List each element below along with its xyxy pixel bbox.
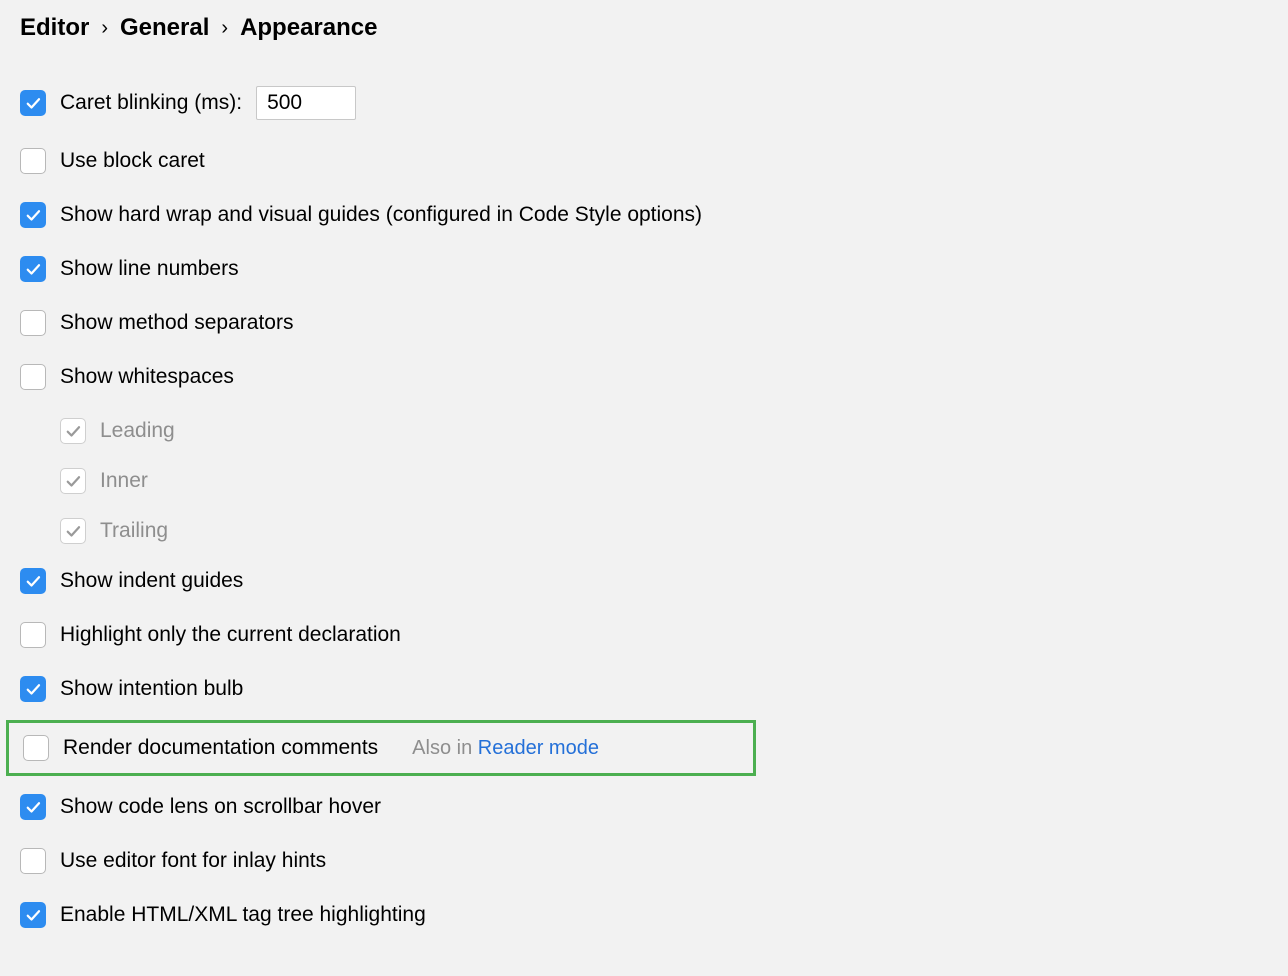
option-show-code-lens: Show code lens on scrollbar hover [20, 794, 1268, 820]
checkbox-show-indent-guides[interactable] [20, 568, 46, 594]
label-whitespace-trailing: Trailing [100, 519, 168, 543]
label-show-method-separators: Show method separators [60, 311, 293, 335]
option-highlight-current-decl: Highlight only the current declaration [20, 622, 1268, 648]
checkbox-render-doc-comments[interactable] [23, 735, 49, 761]
label-use-block-caret: Use block caret [60, 149, 205, 173]
label-show-whitespaces: Show whitespaces [60, 365, 234, 389]
breadcrumb-item[interactable]: Editor [20, 14, 89, 42]
breadcrumb-item: Appearance [240, 14, 377, 42]
note-text: Also in [412, 737, 478, 759]
option-whitespace-leading: Leading [60, 418, 1268, 444]
checkbox-show-line-numbers[interactable] [20, 256, 46, 282]
chevron-right-icon: › [101, 17, 108, 40]
option-show-hard-wrap: Show hard wrap and visual guides (config… [20, 202, 1268, 228]
checkbox-highlight-current-decl[interactable] [20, 622, 46, 648]
label-enable-html-xml-tag: Enable HTML/XML tag tree highlighting [60, 903, 426, 927]
checkbox-show-code-lens[interactable] [20, 794, 46, 820]
checkbox-enable-html-xml-tag[interactable] [20, 902, 46, 928]
option-use-editor-font-inlay: Use editor font for inlay hints [20, 848, 1268, 874]
option-whitespace-trailing: Trailing [60, 518, 1268, 544]
checkbox-use-editor-font-inlay[interactable] [20, 848, 46, 874]
label-use-editor-font-inlay: Use editor font for inlay hints [60, 849, 326, 873]
checkbox-show-whitespaces[interactable] [20, 364, 46, 390]
link-reader-mode[interactable]: Reader mode [478, 737, 599, 759]
label-whitespace-leading: Leading [100, 419, 175, 443]
label-show-indent-guides: Show indent guides [60, 569, 243, 593]
label-show-hard-wrap: Show hard wrap and visual guides (config… [60, 203, 702, 227]
label-render-doc-comments: Render documentation comments [63, 736, 378, 760]
checkbox-use-block-caret[interactable] [20, 148, 46, 174]
option-show-intention-bulb: Show intention bulb [20, 676, 1268, 702]
input-caret-blinking-ms[interactable] [256, 86, 356, 120]
checkbox-show-hard-wrap[interactable] [20, 202, 46, 228]
breadcrumb-item[interactable]: General [120, 14, 209, 42]
option-show-whitespaces: Show whitespaces [20, 364, 1268, 390]
option-show-indent-guides: Show indent guides [20, 568, 1268, 594]
note-render-doc: Also in Reader mode [412, 737, 599, 760]
chevron-right-icon: › [221, 17, 228, 40]
breadcrumb: Editor › General › Appearance [20, 14, 1268, 42]
option-use-block-caret: Use block caret [20, 148, 1268, 174]
label-whitespace-inner: Inner [100, 469, 148, 493]
label-show-line-numbers: Show line numbers [60, 257, 239, 281]
checkbox-whitespace-trailing [60, 518, 86, 544]
checkbox-caret-blinking[interactable] [20, 90, 46, 116]
option-enable-html-xml-tag: Enable HTML/XML tag tree highlighting [20, 902, 1268, 928]
label-show-code-lens: Show code lens on scrollbar hover [60, 795, 381, 819]
option-show-line-numbers: Show line numbers [20, 256, 1268, 282]
checkbox-show-method-separators[interactable] [20, 310, 46, 336]
option-render-doc-comments: Render documentation comments Also in Re… [6, 720, 756, 776]
label-caret-blinking: Caret blinking (ms): [60, 91, 242, 115]
checkbox-show-intention-bulb[interactable] [20, 676, 46, 702]
checkbox-whitespace-inner [60, 468, 86, 494]
option-caret-blinking: Caret blinking (ms): [20, 86, 1268, 120]
label-show-intention-bulb: Show intention bulb [60, 677, 243, 701]
option-show-method-separators: Show method separators [20, 310, 1268, 336]
option-whitespace-inner: Inner [60, 468, 1268, 494]
checkbox-whitespace-leading [60, 418, 86, 444]
label-highlight-current-decl: Highlight only the current declaration [60, 623, 401, 647]
